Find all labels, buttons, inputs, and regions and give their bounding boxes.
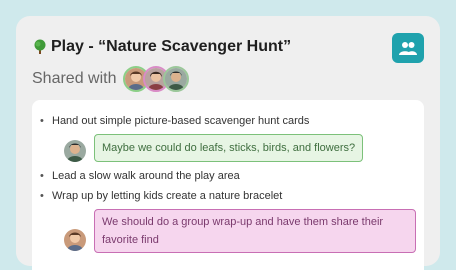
avatar[interactable] bbox=[162, 66, 189, 92]
avatar[interactable] bbox=[62, 138, 88, 164]
comment: We should do a group wrap-up and have th… bbox=[62, 209, 416, 253]
comment-bubble[interactable]: We should do a group wrap-up and have th… bbox=[94, 209, 416, 253]
activity-content: Hand out simple picture-based scavenger … bbox=[32, 100, 424, 270]
shared-avatars bbox=[122, 66, 189, 92]
title-row: Play - “Nature Scavenger Hunt” bbox=[32, 38, 291, 56]
list-item: Wrap up by letting kids create a nature … bbox=[40, 190, 282, 202]
avatar[interactable] bbox=[62, 227, 88, 253]
comment: Maybe we could do leafs, sticks, birds, … bbox=[62, 134, 364, 164]
tree-icon bbox=[34, 39, 46, 54]
share-people-button[interactable] bbox=[392, 33, 424, 63]
shared-with-label: Shared with bbox=[32, 70, 117, 87]
people-icon bbox=[399, 42, 417, 55]
comment-bubble[interactable]: Maybe we could do leafs, sticks, birds, … bbox=[94, 134, 364, 162]
shared-with-row: Shared with bbox=[32, 66, 189, 92]
list-item: Hand out simple picture-based scavenger … bbox=[40, 115, 309, 127]
activity-card: Play - “Nature Scavenger Hunt” Shared wi… bbox=[16, 16, 440, 270]
page-title: Play - “Nature Scavenger Hunt” bbox=[51, 38, 292, 55]
list-item: Lead a slow walk around the play area bbox=[40, 170, 240, 182]
